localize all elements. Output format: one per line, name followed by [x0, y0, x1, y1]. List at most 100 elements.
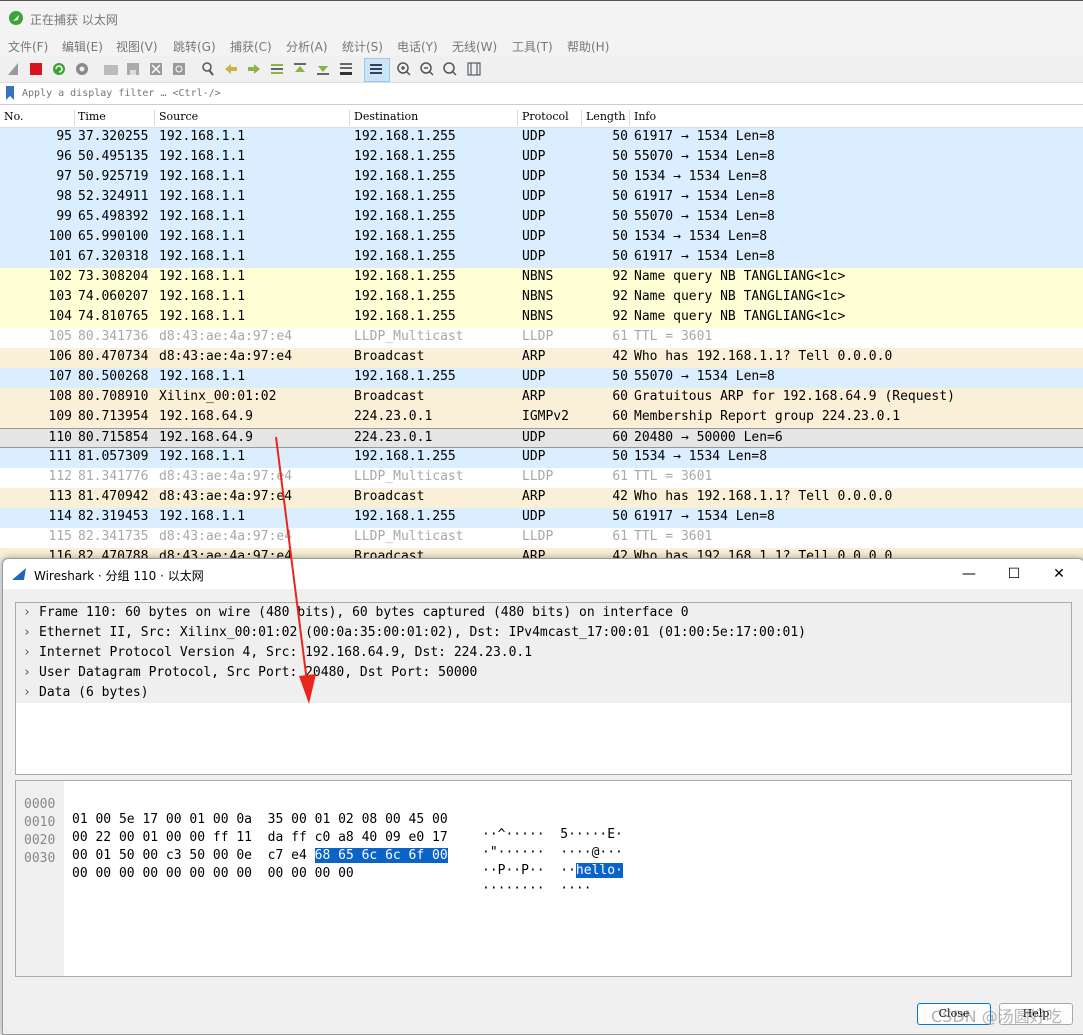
capture-options-icon[interactable]: [74, 61, 90, 77]
menu-statistics[interactable]: 统计(S): [342, 38, 383, 55]
tree-item-data[interactable]: › Data (6 bytes): [16, 683, 1071, 703]
bytes-ascii: ··P··P·· ··: [482, 863, 576, 878]
packet-row[interactable]: 98 52.324911 192.168.1.1 192.168.1.255 UDP 50…: [0, 188, 1083, 208]
packet-cell-time: 80.708910: [78, 389, 149, 404]
packet-details-tree: › Frame 110: 60 bytes on wire (480 bits),…: [15, 602, 1072, 775]
minimize-button[interactable]: —: [949, 563, 989, 585]
menu-analyze[interactable]: 分析(A): [286, 38, 328, 55]
packet-row[interactable]: 95 37.320255 192.168.1.1 192.168.1.255 UDP 50…: [0, 128, 1083, 148]
packet-cell-len: 50: [612, 509, 628, 524]
menu-telephony[interactable]: 电话(Y): [397, 38, 438, 55]
packet-row[interactable]: 97 50.925719 192.168.1.1 192.168.1.255 UDP 50…: [0, 168, 1083, 188]
packet-detail-dialog: Wireshark · 分组 110 · 以太网 — ☐ ✕ › Frame 11…: [2, 558, 1083, 1035]
go-forward-icon[interactable]: [246, 61, 262, 77]
packet-cell-info: 55070 → 1534 Len=8: [634, 369, 775, 384]
chevron-right-icon[interactable]: ›: [23, 645, 31, 660]
tree-item-udp[interactable]: › User Datagram Protocol, Src Port: 20480…: [16, 663, 1071, 683]
find-packet-icon[interactable]: [200, 61, 216, 77]
packet-row[interactable]: 107 80.500268 192.168.1.1 192.168.1.255 UDP 5…: [0, 368, 1083, 388]
zoom-normal-icon[interactable]: [442, 61, 458, 77]
packet-cell-src: d8:43:ae:4a:97:e4: [159, 329, 293, 344]
packet-row[interactable]: 102 73.308204 192.168.1.1 192.168.1.255 NBNS…: [0, 268, 1083, 288]
go-back-icon[interactable]: [223, 61, 239, 77]
zoom-out-icon[interactable]: [419, 61, 435, 77]
chevron-right-icon[interactable]: ›: [23, 625, 31, 640]
stop-capture-icon[interactable]: [28, 61, 44, 77]
packet-cell-info: Name query NB TANGLIANG<1c>: [634, 309, 846, 324]
column-header-protocol[interactable]: Protocol: [522, 110, 582, 126]
packet-row[interactable]: 100 65.990100 192.168.1.1 192.168.1.255 UDP 5…: [0, 228, 1083, 248]
go-first-icon[interactable]: [292, 61, 308, 77]
display-filter-input[interactable]: [20, 85, 1079, 101]
bookmark-icon[interactable]: [4, 86, 16, 100]
column-header-length[interactable]: Length: [586, 110, 630, 126]
column-header-no[interactable]: No.: [4, 110, 75, 126]
packet-cell-no: 99: [56, 209, 72, 224]
packet-cell-proto: ARP: [522, 389, 546, 404]
dialog-titlebar: Wireshark · 分组 110 · 以太网 — ☐ ✕: [3, 559, 1083, 589]
tree-item-ipv4[interactable]: › Internet Protocol Version 4, Src: 192.1…: [16, 643, 1071, 663]
menu-tools[interactable]: 工具(T): [512, 38, 553, 55]
packet-row[interactable]: 112 81.341776 d8:43:ae:4a:97:e4 LLDP_Multic…: [0, 468, 1083, 488]
tree-item-ethernet[interactable]: › Ethernet II, Src: Xilinx_00:01:02 (00:0…: [16, 623, 1071, 643]
packet-cell-src: 192.168.64.9: [159, 430, 253, 445]
packet-cell-dst: 192.168.1.255: [354, 449, 456, 464]
packet-row[interactable]: 109 80.713954 192.168.64.9 224.23.0.1 IGMPv2…: [0, 408, 1083, 428]
packet-cell-src: 192.168.1.1: [159, 169, 246, 184]
column-header-time[interactable]: Time: [78, 110, 155, 126]
packet-row[interactable]: 108 80.708910 Xilinx_00:01:02 Broadcast ARP 6…: [0, 388, 1083, 408]
packet-cell-proto: ARP: [522, 549, 546, 558]
packet-row[interactable]: 116 82.470788 d8:43:ae:4a:97:e4 Broadcast AR…: [0, 548, 1083, 558]
shark-fin-start-icon[interactable]: [6, 61, 22, 77]
open-file-icon[interactable]: [103, 61, 119, 77]
packet-bytes-pane[interactable]: 0000 01 00 5e 17 00 01 00 0a 35 00 01 02…: [15, 780, 1072, 977]
packet-row[interactable]: 111 81.057309 192.168.1.1 192.168.1.255 UDP 5…: [0, 448, 1083, 468]
packet-row[interactable]: 115 82.341735 d8:43:ae:4a:97:e4 LLDP_Multic…: [0, 528, 1083, 548]
chevron-right-icon[interactable]: ›: [23, 685, 31, 700]
reload-file-icon[interactable]: [171, 61, 187, 77]
menu-view[interactable]: 视图(V): [116, 38, 158, 55]
menu-go[interactable]: 跳转(G): [173, 38, 216, 55]
maximize-button[interactable]: ☐: [994, 563, 1034, 585]
close-file-icon[interactable]: [148, 61, 164, 77]
zoom-in-icon[interactable]: [396, 61, 412, 77]
menu-file[interactable]: 文件(F): [8, 38, 48, 55]
go-to-packet-icon[interactable]: [269, 61, 285, 77]
column-header-destination[interactable]: Destination: [354, 110, 518, 126]
resize-columns-icon[interactable]: [466, 61, 482, 77]
packet-cell-no: 110: [48, 430, 72, 445]
go-last-icon[interactable]: [315, 61, 331, 77]
packet-cell-proto: NBNS: [522, 289, 554, 304]
chevron-right-icon[interactable]: ›: [23, 665, 31, 680]
packet-row[interactable]: 110 80.715854 192.168.64.9 224.23.0.1 UDP 60 2…: [0, 428, 1083, 448]
tree-item-frame[interactable]: › Frame 110: 60 bytes on wire (480 bits),…: [16, 603, 1071, 623]
packet-cell-time: 82.341735: [78, 529, 149, 544]
packet-row[interactable]: 105 80.341736 d8:43:ae:4a:97:e4 LLDP_Multic…: [0, 328, 1083, 348]
auto-scroll-icon[interactable]: [338, 61, 354, 77]
column-header-source[interactable]: Source: [159, 110, 350, 126]
packet-row[interactable]: 113 81.470942 d8:43:ae:4a:97:e4 Broadcast AR…: [0, 488, 1083, 508]
packet-cell-dst: 224.23.0.1: [354, 409, 433, 424]
packet-cell-proto: NBNS: [522, 309, 554, 324]
packet-row[interactable]: 106 80.470734 d8:43:ae:4a:97:e4 Broadcast AR…: [0, 348, 1083, 368]
packet-row[interactable]: 101 67.320318 192.168.1.1 192.168.1.255 UDP 5…: [0, 248, 1083, 268]
packet-cell-no: 112: [48, 469, 72, 484]
packet-cell-len: 60: [612, 430, 628, 445]
menu-wireless[interactable]: 无线(W): [452, 38, 497, 55]
packet-row[interactable]: 99 65.498392 192.168.1.1 192.168.1.255 UDP 50…: [0, 208, 1083, 228]
restart-capture-icon[interactable]: [51, 61, 67, 77]
menu-capture[interactable]: 捕获(C): [230, 38, 272, 55]
packet-row[interactable]: 96 50.495135 192.168.1.1 192.168.1.255 UDP 50…: [0, 148, 1083, 168]
menu-help[interactable]: 帮助(H): [567, 38, 609, 55]
packet-row[interactable]: 103 74.060207 192.168.1.1 192.168.1.255 NBNS…: [0, 288, 1083, 308]
save-file-icon[interactable]: [125, 61, 141, 77]
column-header-info[interactable]: Info: [634, 110, 1079, 126]
packet-cell-no: 96: [56, 149, 72, 164]
chevron-right-icon[interactable]: ›: [23, 605, 31, 620]
colorize-icon[interactable]: [368, 61, 384, 77]
close-window-button[interactable]: ✕: [1039, 563, 1079, 585]
bytes-row: 0020 00 01 50 00 c3 50 00 0e c7 e4 68 65…: [16, 818, 623, 878]
menu-edit[interactable]: 编辑(E): [62, 38, 103, 55]
packet-row[interactable]: 104 74.810765 192.168.1.1 192.168.1.255 NBNS…: [0, 308, 1083, 328]
packet-row[interactable]: 114 82.319453 192.168.1.1 192.168.1.255 UDP 5…: [0, 508, 1083, 528]
